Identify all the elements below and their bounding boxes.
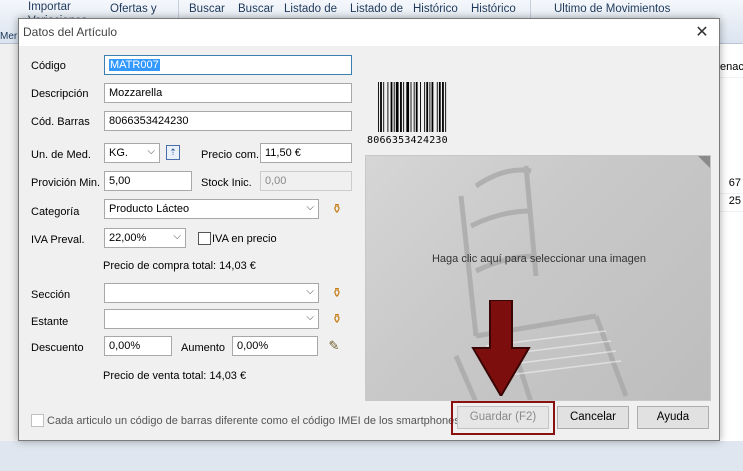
categoria-select[interactable]: Producto Lácteo ⌵	[104, 199, 319, 219]
imei-checkbox-label: Cada articulo un código de barras difere…	[47, 415, 460, 427]
barcode-bar	[438, 82, 441, 132]
barcode-bar	[442, 82, 444, 132]
app-left-panel	[0, 44, 18, 471]
barcode-bar	[400, 82, 402, 132]
articulo-dialog: Datos del Artículo ✕ Código MATR007 Desc…	[18, 18, 720, 441]
barcode-bar	[410, 82, 412, 132]
un-med-value: KG.	[109, 147, 128, 159]
estante-label: Estante	[31, 316, 69, 328]
ribbon-side-label: Mer	[0, 31, 18, 42]
precio-compra-total: Precio de compra total: 14,03 €	[103, 260, 256, 272]
iva-preval-value: 22,00%	[109, 232, 147, 244]
barcode-bar	[395, 82, 399, 132]
dialog-body: Código MATR007 Descripción Mozzarella Có…	[19, 46, 719, 440]
page-fold-corner	[698, 156, 710, 168]
barcode-bar	[393, 82, 395, 132]
barcode-digits: 8066353424230	[367, 135, 448, 146]
dialog-titlebar[interactable]: Datos del Artículo ✕	[19, 19, 719, 46]
barcode-bar	[429, 82, 431, 132]
chevron-down-icon: ⌵	[306, 202, 314, 213]
un-med-label: Un. de Med.	[31, 149, 91, 161]
cod-barras-input[interactable]: 8066353424230	[104, 111, 352, 131]
precio-com-input[interactable]: 11,50 €	[260, 143, 352, 163]
barcode-bar	[436, 82, 438, 132]
chevron-down-icon: ⌵	[306, 312, 314, 323]
categoria-value: Producto Lácteo	[109, 203, 190, 215]
barcode-bar	[390, 82, 393, 132]
iva-preval-label: IVA Preval.	[31, 234, 85, 246]
barcode-bar	[403, 82, 405, 132]
ribbon-ofertas[interactable]: Ofertas y	[110, 2, 157, 16]
ribbon-buscar-1[interactable]: Buscar	[189, 2, 225, 16]
categoria-label: Categoría	[31, 206, 80, 218]
codigo-input[interactable]: MATR007	[104, 55, 352, 75]
barcode-bar	[424, 82, 426, 132]
calculator-icon[interactable]: ⇡	[166, 145, 180, 160]
cod-barras-label: Cód. Barras	[31, 116, 90, 128]
descuento-label: Descuento	[31, 342, 84, 354]
provision-min-input[interactable]: 5,00	[104, 171, 192, 191]
grid-header: enac	[720, 56, 743, 78]
image-picker[interactable]: Haga clic aquí para seleccionar una imag…	[365, 155, 711, 401]
ribbon-ultimo-movimientos[interactable]: Ultimo de Movimientos	[554, 2, 670, 16]
chevron-down-icon: ⌵	[173, 231, 181, 242]
estante-select[interactable]: ⌵	[104, 309, 319, 329]
ayuda-button[interactable]: Ayuda	[637, 406, 709, 429]
ribbon-historico-2[interactable]: Histórico	[471, 2, 516, 16]
ribbon-buscar-2[interactable]: Buscar	[238, 2, 274, 16]
aumento-input[interactable]: 0,00%	[232, 336, 318, 356]
aumento-label: Aumento	[181, 342, 226, 354]
barcode-bar	[406, 82, 410, 132]
barcode-bar	[413, 82, 415, 132]
barcode-bar	[431, 82, 434, 132]
dialog-title: Datos del Artículo	[23, 25, 118, 39]
chevron-down-icon: ⌵	[306, 286, 314, 297]
codigo-value: MATR007	[109, 59, 160, 71]
ribbon-listado-1[interactable]: Listado de	[284, 2, 337, 16]
annotation-arrow-icon	[471, 300, 531, 396]
seccion-label: Sección	[31, 289, 71, 301]
cancelar-button[interactable]: Cancelar	[557, 406, 629, 429]
broom-icon[interactable]: ⚱	[330, 311, 344, 327]
broom-icon[interactable]: ⚱	[330, 201, 344, 217]
barcode-bar	[378, 82, 379, 132]
provision-min-label: Provición Min.	[31, 177, 101, 189]
pencil-icon[interactable]: ✎	[327, 338, 341, 354]
image-hint: Haga clic aquí para seleccionar una imag…	[431, 253, 647, 265]
barcode-bar	[426, 82, 429, 132]
close-button[interactable]: ✕	[691, 23, 713, 43]
barcode-bar	[415, 82, 418, 132]
iva-en-precio-checkbox[interactable]	[198, 232, 211, 245]
ribbon-importar[interactable]: Importar	[28, 0, 71, 14]
ribbon-historico-1[interactable]: Histórico	[413, 2, 458, 16]
iva-en-precio-label: IVA en precio	[212, 233, 277, 245]
barcode-bar	[420, 82, 421, 132]
barcode-bar	[387, 82, 389, 132]
descripcion-label: Descripción	[31, 88, 89, 100]
iva-preval-select[interactable]: 22,00% ⌵	[104, 228, 186, 248]
ribbon-listado-2[interactable]: Listado de	[350, 2, 403, 16]
descuento-input[interactable]: 0,00%	[104, 336, 172, 356]
barcode-bar	[380, 82, 382, 132]
chair-photo	[453, 165, 629, 400]
chevron-down-icon: ⌵	[147, 146, 155, 157]
app-right-grid: enac 67 25	[720, 44, 743, 471]
stock-inic-label: Stock Inic.	[201, 177, 252, 189]
un-med-select[interactable]: KG. ⌵	[104, 143, 160, 163]
broom-icon[interactable]: ⚱	[330, 285, 344, 301]
annotation-highlight-box	[451, 401, 555, 435]
app-bottom-bar	[0, 441, 743, 471]
imei-checkbox[interactable]	[31, 414, 44, 427]
seccion-select[interactable]: ⌵	[104, 283, 319, 303]
descripcion-input[interactable]: Mozzarella	[104, 83, 352, 103]
barcode-bar	[445, 82, 447, 132]
stock-inic-input: 0,00	[260, 171, 352, 191]
codigo-label: Código	[31, 60, 66, 72]
barcode-bar	[383, 82, 385, 132]
grid-cell: 25	[720, 190, 743, 212]
precio-com-label: Precio com.	[201, 149, 260, 161]
precio-venta-total: Precio de venta total: 14,03 €	[103, 370, 247, 382]
